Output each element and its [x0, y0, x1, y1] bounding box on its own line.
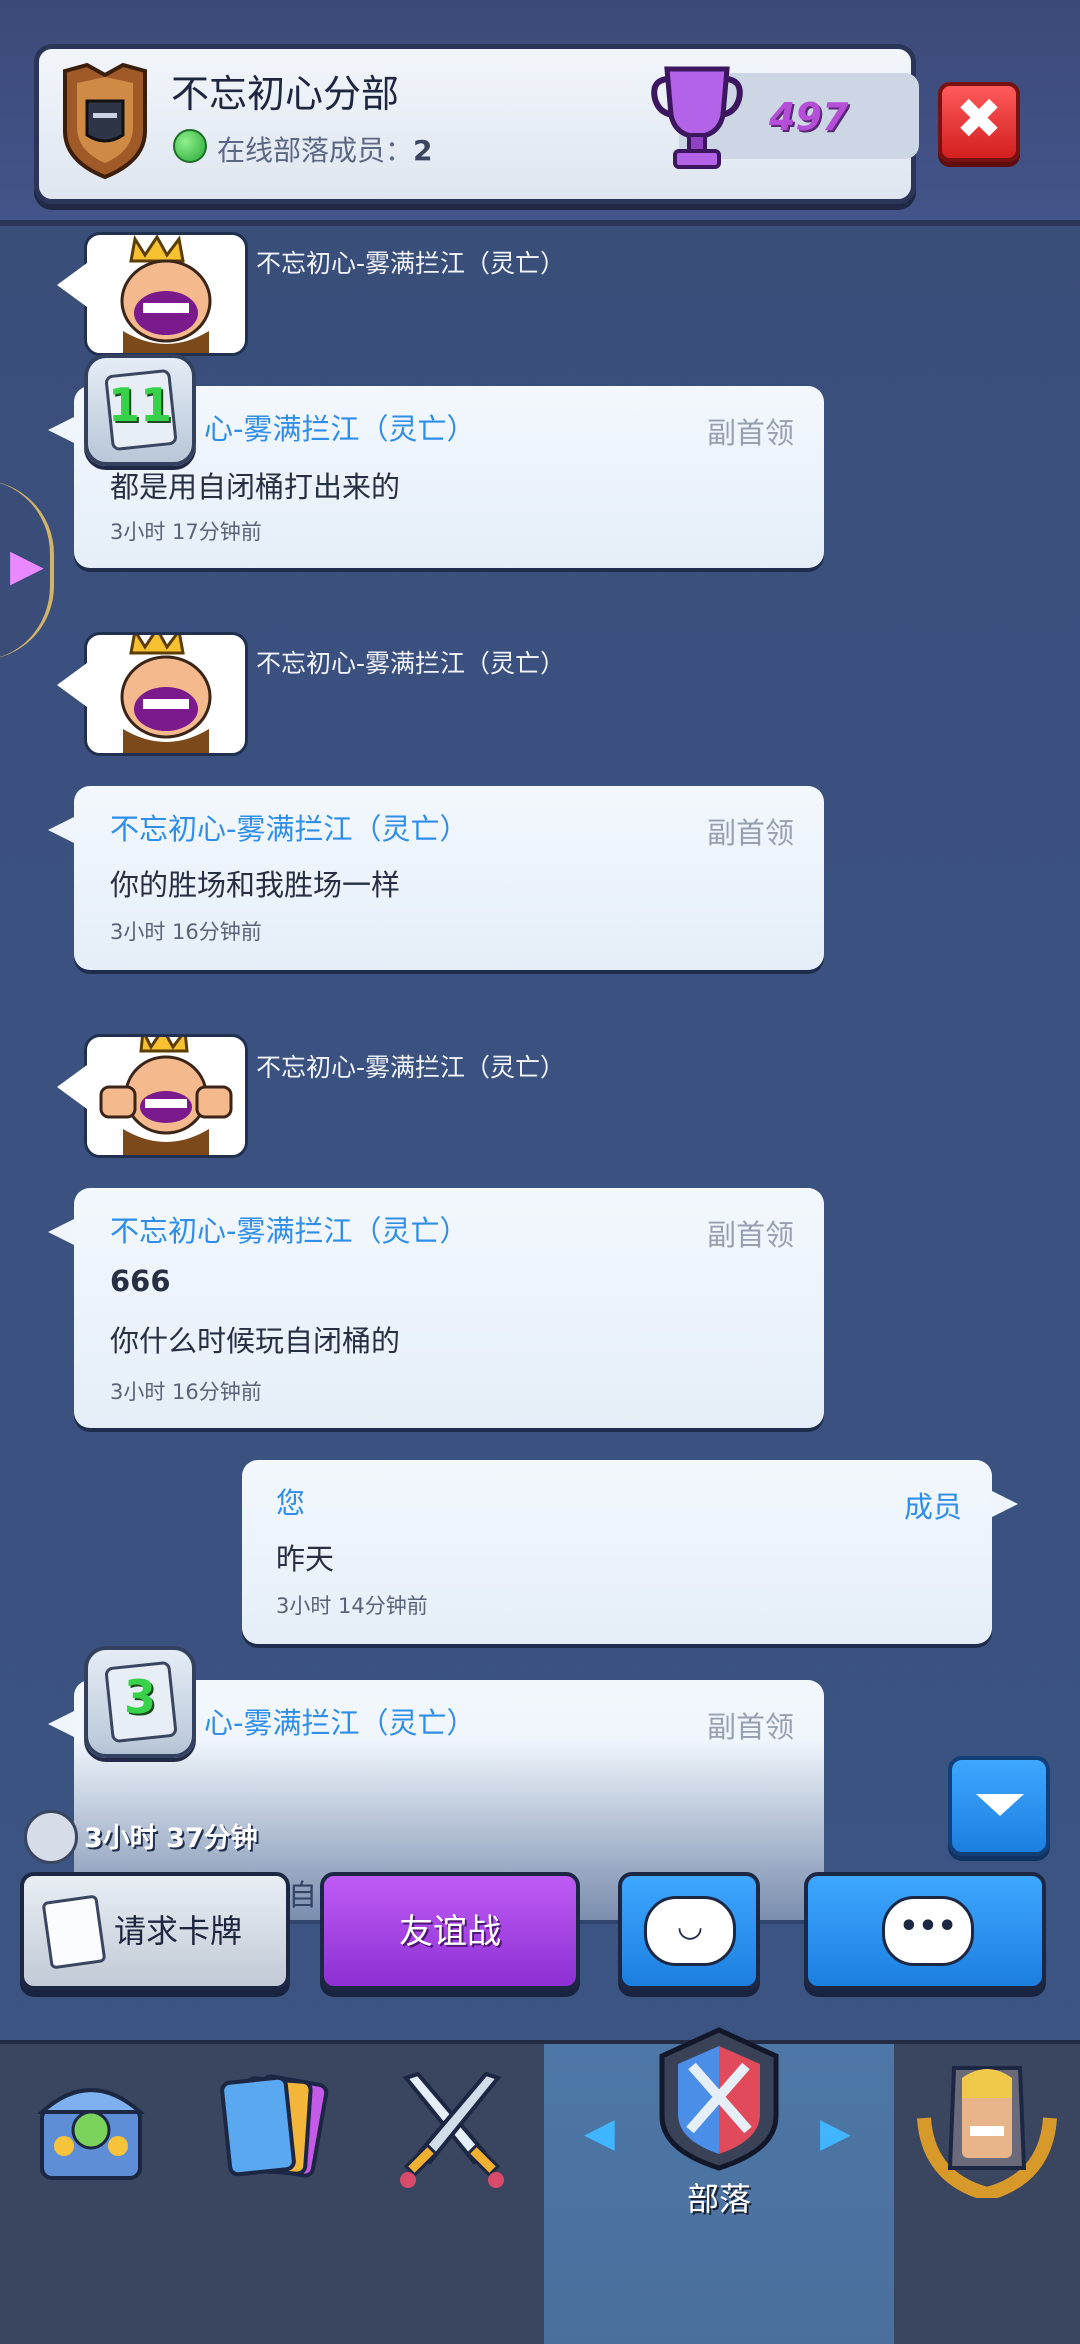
side-expand-tab[interactable]: ▶: [0, 480, 54, 660]
nav-battle[interactable]: [360, 2044, 547, 2344]
king-icon: [120, 234, 212, 353]
bottom-navigation: ◀ 部落 ▶: [0, 2027, 1080, 2344]
message-sender[interactable]: 不忘初心-雾满拦江（灵亡）: [110, 1208, 468, 1250]
nav-shop[interactable]: [0, 2044, 183, 2344]
message-role: 副首领: [706, 1218, 794, 1252]
level-number: 11: [107, 378, 172, 432]
nav-left-arrow-icon[interactable]: ◀: [584, 2110, 615, 2156]
nav-clan[interactable]: ◀ 部落 ▶: [544, 2027, 897, 2344]
cards-icon: [220, 2074, 329, 2178]
friendly-battle-label: 友谊战: [399, 1912, 501, 1952]
clan-header: 不忘初心分部 在线部落成员：2 497 ✖: [0, 0, 1080, 226]
message-sender[interactable]: 不忘初心-雾满拦江（灵亡）: [110, 806, 468, 848]
clan-name: 不忘初心分部: [171, 72, 400, 116]
message-time: 3小时 14分钟前: [276, 1594, 428, 1618]
chest-shop-icon: [36, 2088, 146, 2180]
chat-message: 不忘初心-雾满拦江（灵亡） 副首领 你的胜场和我胜场一样 3小时 16分钟前: [48, 786, 824, 970]
chevron-right-icon: ▶: [10, 540, 44, 591]
trophy-icon: [651, 66, 743, 169]
king-thumbs-up-avatar: [57, 1025, 248, 1158]
message-sender[interactable]: 心-雾满拦江（灵亡）: [204, 406, 475, 448]
level-number: 3: [123, 1670, 156, 1724]
chat-bubble-icon: •••: [882, 1896, 974, 1966]
request-timer: 3小时 37分钟: [84, 1823, 258, 1854]
message-time: 3小时 17分钟前: [110, 520, 262, 544]
card-icon: [41, 1894, 107, 1970]
avatar-player-name: 不忘初心-雾满拦江（灵亡）: [256, 249, 566, 278]
message-sender: 您: [276, 1486, 306, 1520]
clan-info-card[interactable]: 不忘初心分部 在线部落成员：2 497: [34, 44, 919, 204]
avatar-player-name: 不忘初心-雾满拦江（灵亡）: [256, 649, 566, 678]
king-icon: [120, 626, 212, 753]
request-cards-label: 请求卡牌: [114, 1912, 243, 1950]
message-sender[interactable]: 心-雾满拦江（灵亡）: [204, 1700, 475, 1742]
trophy-count: 497: [769, 95, 849, 139]
nav-profile[interactable]: [894, 2044, 1080, 2344]
message-role: 副首领: [706, 816, 794, 850]
avatar-player-name: 不忘初心-雾满拦江（灵亡）: [256, 1053, 566, 1082]
close-icon: ✖: [955, 87, 1003, 152]
nav-cards[interactable]: [180, 2044, 363, 2344]
close-button[interactable]: ✖: [938, 82, 1020, 162]
profile-icon: [917, 2066, 1057, 2198]
king-emote-avatar: [57, 626, 248, 756]
level-badge: 11: [84, 354, 196, 466]
smile-bubble-icon: ◡: [644, 1896, 736, 1966]
scroll-down-button[interactable]: [948, 1756, 1050, 1856]
online-label: 在线部落成员：: [217, 134, 414, 167]
request-cards-button[interactable]: 请求卡牌: [20, 1872, 290, 1990]
clan-icon: [659, 2027, 779, 2171]
message-text: 你什么时候玩自闭桶的: [110, 1324, 401, 1358]
king-emote-avatar: [57, 232, 248, 356]
shield-icon: [63, 62, 147, 180]
nav-clan-label: 部落: [686, 2180, 751, 2218]
message-time: 3小时 16分钟前: [110, 920, 262, 944]
online-members: 在线部落成员：2: [217, 129, 433, 169]
emote-button[interactable]: ◡: [618, 1872, 760, 1990]
chat-message: 不忘初心-雾满拦江（灵亡） 副首领 666 你什么时候玩自闭桶的 3小时 16分…: [48, 1188, 824, 1428]
chat-button[interactable]: •••: [804, 1872, 1046, 1990]
message-text: 你的胜场和我胜场一样: [110, 868, 401, 902]
message-text: 都是用自闭桶打出来的: [110, 470, 401, 504]
message-role: 成员: [903, 1490, 962, 1524]
online-status-icon: [173, 129, 207, 163]
message-text: 昨天: [276, 1542, 335, 1576]
smile-glyph: ◡: [678, 1909, 702, 1944]
message-text: 666: [110, 1264, 171, 1298]
friendly-battle-button[interactable]: 友谊战: [320, 1872, 580, 1990]
message-time: 3小时 16分钟前: [110, 1380, 262, 1404]
battle-swords-icon: [400, 2071, 504, 2188]
own-chat-message: 您 成员 昨天 3小时 14分钟前: [242, 1460, 1018, 1644]
king-thumbs-up-icon: [99, 1025, 233, 1155]
timer-icon: [24, 1810, 78, 1864]
message-role: 副首领: [706, 416, 794, 450]
chat-glyph: •••: [899, 1909, 957, 1944]
online-count: 2: [413, 134, 433, 167]
nav-right-arrow-icon[interactable]: ▶: [820, 2110, 851, 2156]
